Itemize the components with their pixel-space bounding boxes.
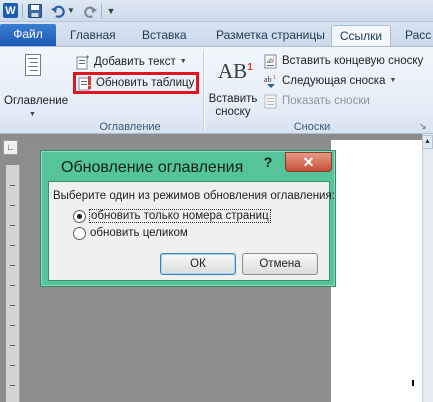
text-mark bbox=[412, 380, 414, 386]
svg-text:ab: ab bbox=[264, 75, 272, 84]
dialog-prompt: Выберите один из режимов обновления огла… bbox=[53, 190, 335, 202]
close-button[interactable]: ✕ bbox=[285, 152, 332, 172]
show-notes-label: Показать сноски bbox=[282, 95, 370, 107]
update-table-label: Обновить таблицу bbox=[96, 77, 195, 89]
tab-selector-icon[interactable]: ∟ bbox=[3, 140, 18, 155]
qa-separator bbox=[101, 4, 102, 18]
group-separator bbox=[203, 51, 204, 131]
group-label-footnotes: Сноски bbox=[293, 121, 331, 133]
svg-text:i: i bbox=[273, 56, 274, 62]
next-footnote-icon: ab 1 bbox=[264, 74, 278, 89]
add-text-label: Добавить текст bbox=[94, 56, 176, 68]
insert-footnote-button[interactable]: AB1 Вставить сноску bbox=[208, 53, 258, 119]
undo-dropdown-icon[interactable]: ▼ bbox=[67, 3, 75, 19]
option-label[interactable]: обновить целиком bbox=[90, 227, 188, 239]
vertical-ruler bbox=[6, 165, 20, 402]
insert-endnote-label: Вставить концевую сноску bbox=[282, 55, 424, 67]
help-icon[interactable]: ? bbox=[259, 153, 277, 171]
ribbon-tabs: Файл Главная Вставка Разметка страницы С… bbox=[0, 22, 433, 46]
tab-insert[interactable]: Вставка bbox=[134, 25, 195, 46]
chevron-down-icon: ▼ bbox=[29, 111, 36, 118]
update-toc-dialog: Обновление оглавления ? ✕ Выберите один … bbox=[40, 150, 336, 287]
radio-button[interactable] bbox=[73, 226, 86, 240]
word-app-icon[interactable]: W bbox=[3, 3, 18, 18]
endnote-icon: ab i bbox=[264, 54, 278, 69]
dialog-launcher-icon[interactable]: ↘ bbox=[419, 121, 429, 131]
option-entire-table[interactable]: обновить целиком bbox=[73, 225, 188, 241]
ok-button[interactable]: ОК bbox=[160, 253, 236, 275]
tab-home[interactable]: Главная bbox=[62, 25, 124, 46]
add-text-icon bbox=[76, 54, 90, 70]
vertical-scrollbar[interactable] bbox=[422, 134, 433, 402]
toc-button-label: Оглавление bbox=[4, 95, 69, 107]
show-notes-icon bbox=[264, 94, 278, 109]
update-table-icon bbox=[78, 75, 92, 91]
toc-button[interactable]: Оглавление ▼ bbox=[4, 51, 69, 118]
ribbon: Оглавление ▼ Добавить текст ▼ Обновить т… bbox=[0, 46, 433, 134]
qa-separator bbox=[22, 4, 23, 18]
option-page-numbers-only[interactable]: обновить только номера страниц bbox=[73, 208, 271, 224]
tab-page-layout[interactable]: Разметка страницы bbox=[208, 25, 333, 46]
svg-text:1: 1 bbox=[273, 75, 276, 81]
tab-references[interactable]: Ссылки bbox=[331, 25, 391, 46]
show-notes-button[interactable]: Показать сноски bbox=[264, 92, 370, 110]
dialog-body: Выберите один из режимов обновления огла… bbox=[48, 181, 335, 281]
customize-qa-icon[interactable]: ▼ bbox=[106, 3, 116, 19]
chevron-down-icon: ▼ bbox=[389, 77, 397, 84]
radio-button-selected[interactable] bbox=[73, 209, 86, 223]
insert-endnote-button[interactable]: ab i Вставить концевую сноску bbox=[264, 52, 423, 70]
option-label[interactable]: обновить только номера страниц bbox=[89, 209, 271, 223]
next-footnote-button[interactable]: ab 1 Следующая сноска ▼ bbox=[264, 72, 396, 90]
save-icon[interactable] bbox=[27, 3, 42, 19]
scroll-up-icon[interactable]: ▲ bbox=[422, 135, 433, 149]
tab-mailings[interactable]: Расс bbox=[397, 25, 433, 46]
insert-footnote-label: Вставить сноску bbox=[208, 93, 258, 118]
redo-icon[interactable] bbox=[83, 3, 97, 19]
dialog-title: Обновление оглавления bbox=[61, 159, 244, 176]
next-footnote-label: Следующая сноска bbox=[282, 75, 386, 87]
tab-file[interactable]: Файл bbox=[0, 24, 56, 46]
undo-icon[interactable] bbox=[50, 3, 66, 19]
chevron-down-icon: ▼ bbox=[179, 58, 187, 65]
toc-icon bbox=[25, 54, 41, 76]
group-label-toc: Оглавление bbox=[99, 121, 161, 133]
update-table-button[interactable]: Обновить таблицу bbox=[73, 72, 200, 94]
footnote-icon: AB1 bbox=[218, 59, 253, 83]
cancel-button[interactable]: Отмена bbox=[242, 253, 318, 275]
title-bar: W ▼ ▼ bbox=[0, 0, 433, 22]
add-text-button[interactable]: Добавить текст ▼ bbox=[76, 53, 187, 71]
